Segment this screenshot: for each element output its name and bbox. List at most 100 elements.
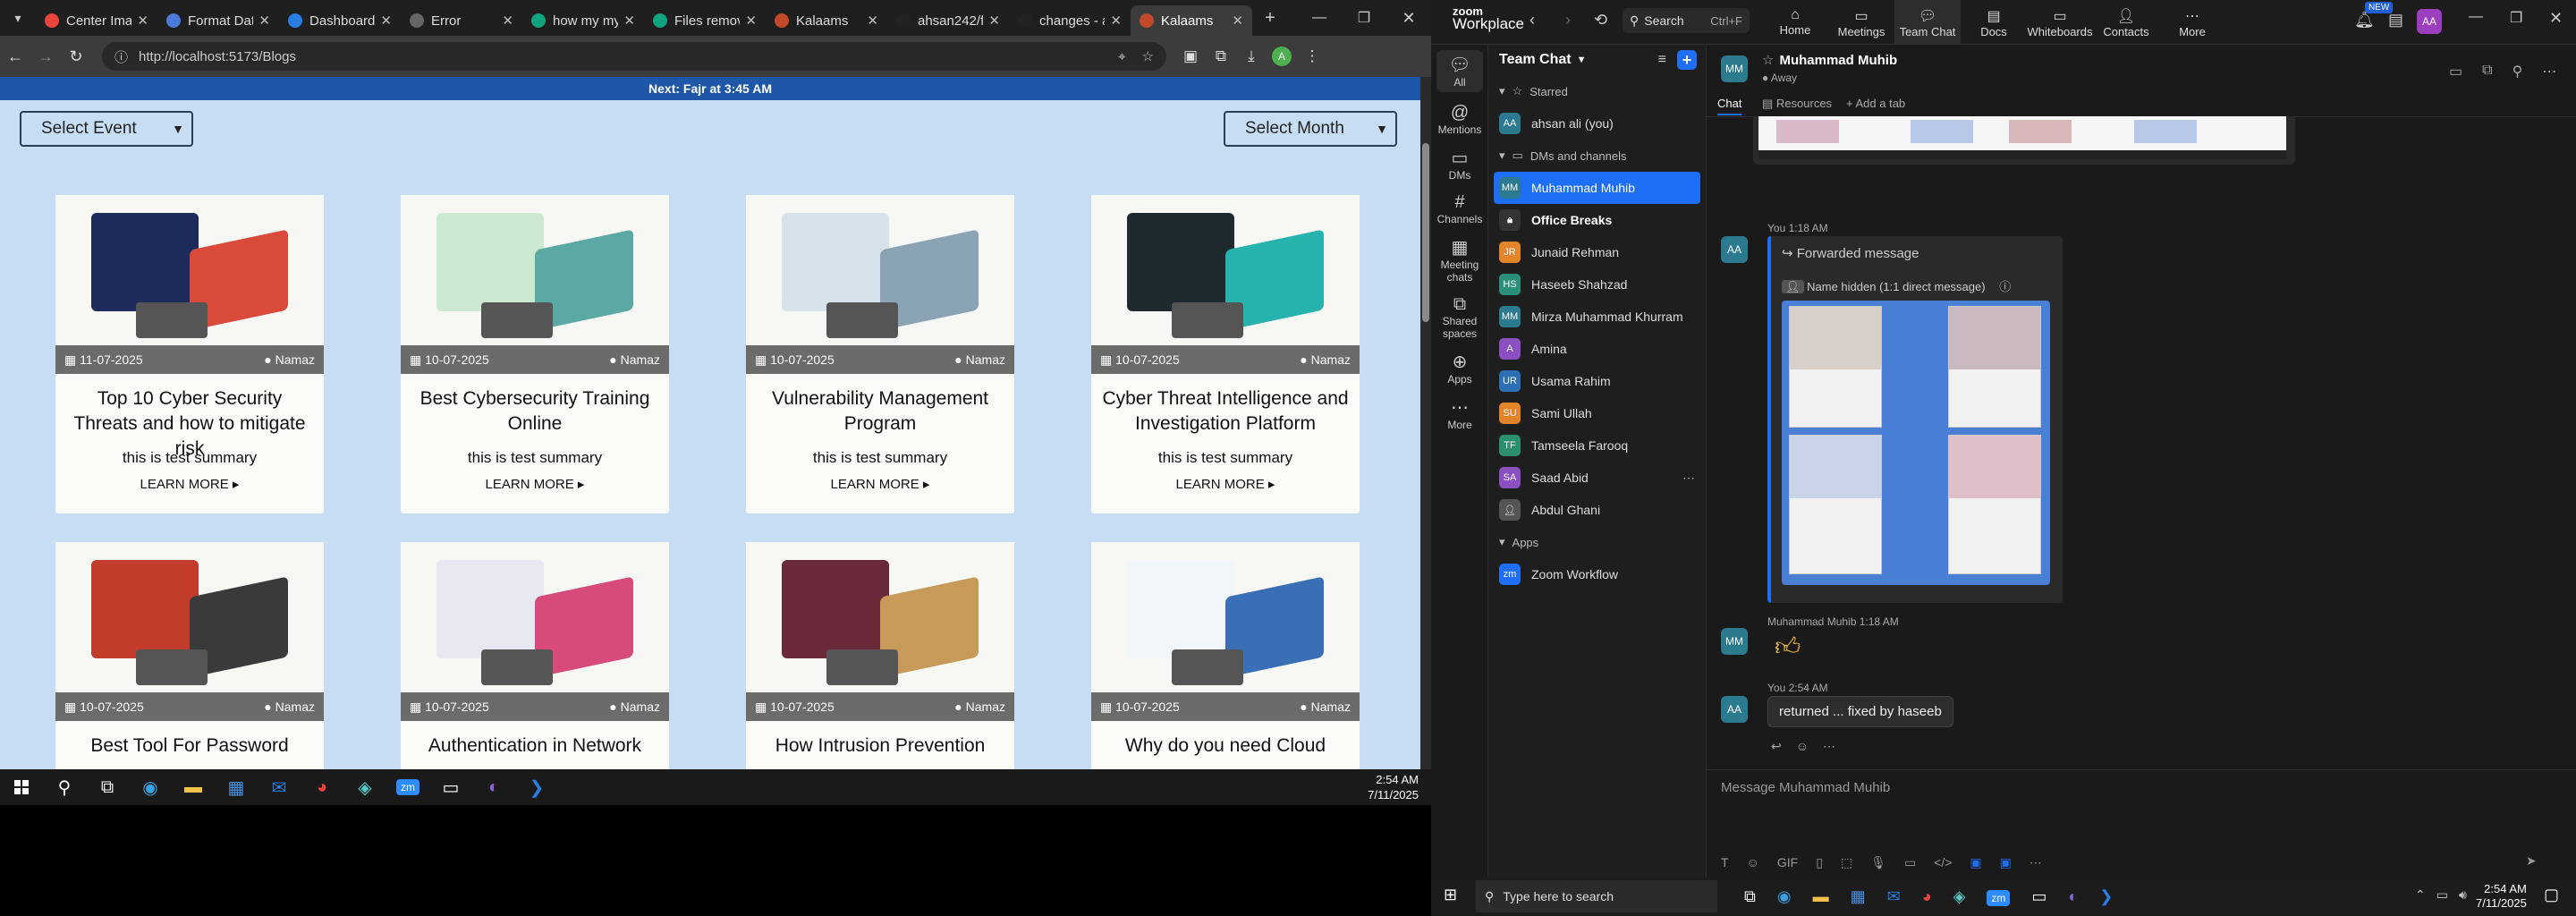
zoom-workflow-app[interactable]: zm Zoom Workflow xyxy=(1488,558,1706,590)
github-desktop-icon[interactable]: ◐ xyxy=(472,769,515,805)
outlook-icon[interactable]: ✉ xyxy=(258,769,301,805)
store-icon[interactable]: ▦ xyxy=(215,769,258,805)
rail-channels[interactable]: # Channels xyxy=(1431,192,1488,225)
tab-resources[interactable]: ▤ Resources xyxy=(1762,97,1832,111)
zoom-search[interactable]: ⚲ Search Ctrl+F xyxy=(1623,8,1750,33)
screenshot-icon[interactable]: ⬚ xyxy=(1841,855,1852,870)
omnibox[interactable]: ⓘ http://localhost:5173/Blogs ⌖ ☆ xyxy=(102,42,1166,71)
taskbar-search[interactable]: ⚲ Type here to search xyxy=(1476,880,1717,912)
browser-tab[interactable]: Kalaams ✕ xyxy=(1131,5,1252,36)
chat-contact[interactable]: SU Sami Ullah xyxy=(1488,397,1706,429)
blog-card[interactable]: ▦ 10-07-2025 ● Namaz Best Tool For Passw… xyxy=(55,542,324,769)
reload-icon[interactable]: ↻ xyxy=(61,47,91,66)
browser-tab[interactable]: changes - a ✕ xyxy=(1009,5,1131,36)
chat-contact[interactable]: HS Haseeb Shahzad xyxy=(1488,268,1706,301)
message-text[interactable]: returned ... fixed by haseeb xyxy=(1767,696,1953,727)
nav-contacts[interactable]: 👤︎ Contacts xyxy=(2093,0,2159,45)
network-icon[interactable]: ▭ xyxy=(2436,887,2448,903)
app-icon[interactable]: ▣ xyxy=(1970,855,1981,870)
tab-search-icon[interactable]: ▾ xyxy=(0,11,36,26)
previous-image-message[interactable] xyxy=(1753,116,2295,165)
tab-close-icon[interactable]: ✕ xyxy=(867,13,878,29)
emoji-icon[interactable]: ☺ xyxy=(1796,739,1809,754)
user-avatar[interactable]: AA xyxy=(2417,9,2442,34)
blog-card[interactable]: ▦ 10-07-2025 ● Namaz Why do you need Clo… xyxy=(1091,542,1360,769)
screen-share-icon[interactable]: ⧉ xyxy=(2482,63,2492,81)
back-icon[interactable]: ‹ xyxy=(1530,11,1535,30)
download-icon[interactable]: ⤓ xyxy=(1236,47,1267,65)
app-icon[interactable]: ◈ xyxy=(343,769,386,805)
tab-close-icon[interactable]: ✕ xyxy=(745,13,757,29)
team-chat-header[interactable]: Team Chat ▼ ≡ + xyxy=(1488,45,1706,75)
more-icon[interactable]: ⋯ xyxy=(2029,855,2042,870)
store-icon[interactable]: ▦ xyxy=(1851,887,1866,906)
format-icon[interactable]: T xyxy=(1721,855,1729,870)
send-icon[interactable]: ➤ xyxy=(2526,853,2537,869)
browser-tab[interactable]: Error ✕ xyxy=(401,5,522,36)
tab-add[interactable]: + Add a tab xyxy=(1846,97,1905,110)
tab-close-icon[interactable]: ✕ xyxy=(137,13,148,29)
minimize-icon[interactable]: — xyxy=(2469,9,2483,25)
chat-contact[interactable]: JR Junaid Rehman xyxy=(1488,236,1706,268)
search-icon[interactable]: ⚲ xyxy=(2512,63,2523,81)
nav-more[interactable]: ⋯ More xyxy=(2159,0,2225,45)
blog-card[interactable]: ▦ 10-07-2025 ● Namaz How Intrusion Preve… xyxy=(746,542,1014,769)
more-icon[interactable]: ⋯ xyxy=(1682,471,1695,486)
task-view-icon[interactable]: ⧉ xyxy=(1744,887,1756,906)
new-chat-button[interactable]: + xyxy=(1677,50,1697,70)
clock[interactable]: 2:54 AM 7/11/2025 xyxy=(1368,772,1431,802)
chat-user-name[interactable]: ☆ Muhammad Muhib xyxy=(1762,52,1897,68)
profile-avatar[interactable]: A xyxy=(1267,47,1297,66)
nav-meetings[interactable]: ▭ Meetings xyxy=(1828,0,1894,45)
chat-contact[interactable]: UR Usama Rahim xyxy=(1488,365,1706,397)
blog-card-title[interactable]: How Intrusion Prevention xyxy=(755,734,1005,759)
forwarded-image[interactable] xyxy=(1782,301,2050,585)
close-icon[interactable]: ✕ xyxy=(2549,9,2563,28)
clock[interactable]: 2:54 AM 7/11/2025 xyxy=(2476,882,2527,911)
rail-all[interactable]: 💬︎ All xyxy=(1436,50,1483,92)
blog-card-title[interactable]: Vulnerability Management Program xyxy=(755,386,1005,437)
chat-contact[interactable]: TF Tamseela Farooq xyxy=(1488,429,1706,462)
blog-card[interactable]: ▦ 10-07-2025 ● Namaz Vulnerability Manag… xyxy=(746,195,1014,513)
chrome-icon[interactable]: ◕ xyxy=(301,769,343,805)
blog-card-title[interactable]: Cyber Threat Intelligence and Investigat… xyxy=(1100,386,1351,437)
forward-icon[interactable]: › xyxy=(1565,11,1571,30)
back-icon[interactable]: ← xyxy=(0,47,30,66)
chevron-up-icon[interactable]: ⌃ xyxy=(2415,887,2426,903)
app-icon[interactable]: ▣ xyxy=(2000,855,2012,870)
rail-shared-spaces[interactable]: ⧉ Shared spaces xyxy=(1431,294,1488,340)
browser-tab[interactable]: Center Imag ✕ xyxy=(36,5,157,36)
code-icon[interactable]: </> xyxy=(1934,855,1952,870)
extensions-icon[interactable]: ⧉ xyxy=(1206,47,1236,65)
file-explorer-icon[interactable]: ▬ xyxy=(172,769,215,805)
browser-tab[interactable]: Files remov ✕ xyxy=(644,5,766,36)
nav-docs[interactable]: ▤ Docs xyxy=(1961,0,2027,45)
video-icon[interactable]: ▭ xyxy=(2449,63,2462,81)
close-icon[interactable]: ✕ xyxy=(1386,9,1431,28)
nav-team-chat[interactable]: 💬︎ Team Chat xyxy=(1894,0,1961,45)
blog-card-title[interactable]: Authentication in Network xyxy=(410,734,660,759)
tab-close-icon[interactable]: ✕ xyxy=(502,13,513,29)
scroll-thumb[interactable] xyxy=(1422,143,1429,322)
forwarded-message[interactable]: ↪ Forwarded message 👤︎ Name hidden (1:1 … xyxy=(1767,236,2063,603)
blog-card[interactable]: ▦ 10-07-2025 ● Namaz Cyber Threat Intell… xyxy=(1091,195,1360,513)
browser-tab[interactable]: Format Dat ✕ xyxy=(157,5,279,36)
app-icon[interactable]: ◈ xyxy=(1953,887,1966,906)
notification-icon[interactable]: ▢ xyxy=(2544,886,2559,904)
nav-home[interactable]: ⌂ Home xyxy=(1762,0,1828,45)
tab-chat[interactable]: Chat xyxy=(1717,97,1742,115)
chat-contact[interactable]: SA Saad Abid ⋯ xyxy=(1488,462,1706,494)
tab-close-icon[interactable]: ✕ xyxy=(1110,13,1122,29)
location-icon[interactable]: ⌖ xyxy=(1118,49,1125,64)
chat-contact[interactable]: 🔒︎ Office Breaks xyxy=(1488,204,1706,236)
compose-input[interactable]: Message Muhammad Muhib xyxy=(1721,780,1890,795)
browser-tab[interactable]: how my my ✕ xyxy=(522,5,644,36)
gif-icon[interactable]: GIF xyxy=(1777,855,1798,870)
more-icon[interactable]: ⋯ xyxy=(2542,63,2556,81)
blog-card[interactable]: ▦ 11-07-2025 ● Namaz Top 10 Cyber Securi… xyxy=(55,195,324,513)
chat-contact[interactable]: MM Mirza Muhammad Khurram xyxy=(1488,301,1706,333)
blog-card[interactable]: ▦ 10-07-2025 ● Namaz Authentication in N… xyxy=(401,542,669,769)
zoom-taskbar-icon[interactable]: zm xyxy=(386,769,429,805)
chat-contact[interactable]: A Amina xyxy=(1488,333,1706,365)
zoom-taskbar-icon[interactable]: zm xyxy=(1987,887,2011,906)
